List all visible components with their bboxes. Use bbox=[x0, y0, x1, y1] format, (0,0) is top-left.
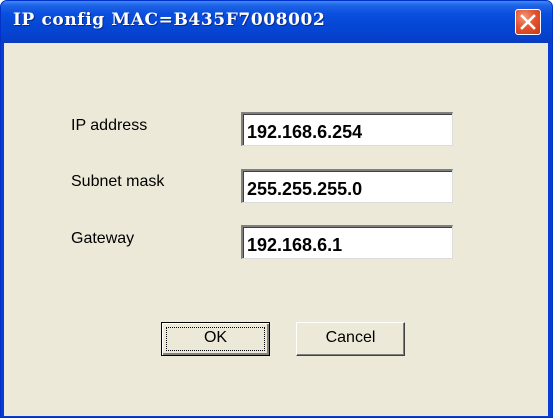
cancel-button[interactable]: Cancel bbox=[296, 322, 405, 356]
dialog-body: IP address Subnet mask Gateway OK Cancel bbox=[4, 43, 548, 416]
cancel-button-label: Cancel bbox=[325, 329, 376, 346]
title-bar[interactable]: IP config MAC=B435F7008002 bbox=[1, 1, 552, 43]
dialog-window: IP config MAC=B435F7008002 IP address Su… bbox=[0, 0, 553, 418]
gateway-label: Gateway bbox=[71, 230, 135, 247]
ok-button[interactable]: OK bbox=[161, 322, 270, 356]
ip-address-field[interactable] bbox=[241, 112, 453, 146]
close-button[interactable] bbox=[515, 9, 541, 35]
close-icon bbox=[520, 14, 536, 30]
subnet-mask-label: Subnet mask bbox=[71, 173, 165, 190]
gateway-field[interactable] bbox=[241, 225, 453, 259]
subnet-mask-field[interactable] bbox=[241, 169, 453, 203]
ip-address-label: IP address bbox=[71, 117, 148, 134]
ok-button-label: OK bbox=[203, 329, 228, 346]
window-title: IP config MAC=B435F7008002 bbox=[13, 10, 326, 30]
